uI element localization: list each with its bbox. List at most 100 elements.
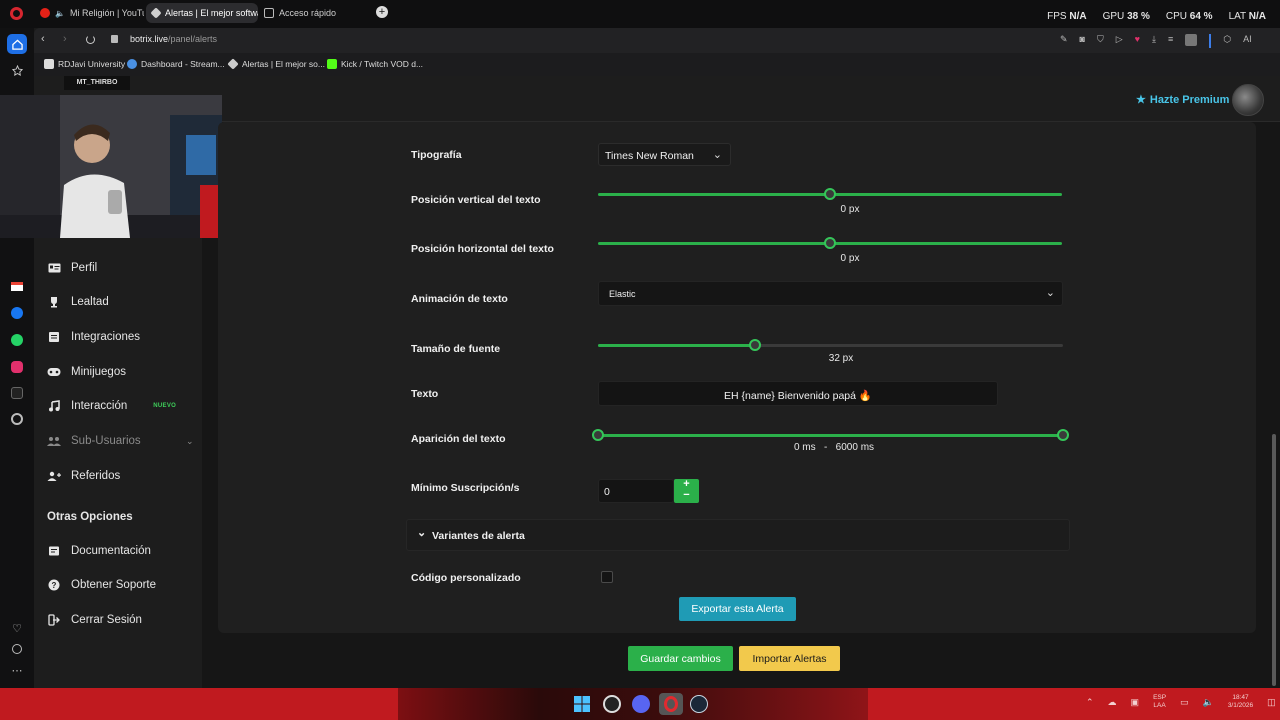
language-indicator[interactable]: ESP LAA <box>1153 694 1166 710</box>
alert-settings-card <box>218 122 1256 633</box>
chevron-down-icon: ⌄ <box>417 527 427 539</box>
decrement-icon[interactable]: − <box>674 490 699 501</box>
tab-acceso-rapido[interactable]: Acceso rápido <box>258 3 358 23</box>
bookmark-favicon-icon <box>227 58 239 70</box>
chevron-up-icon[interactable]: ⌃ <box>1086 697 1094 708</box>
min-subs-label: Mínimo Suscripción/s <box>411 482 520 494</box>
sidebar-item-label: Referidos <box>71 470 121 482</box>
text-appearance-start-handle[interactable] <box>592 429 604 441</box>
heart-filled-icon[interactable]: ♥ <box>1135 34 1140 48</box>
streamer-tag: MT_THIRBO <box>64 76 130 90</box>
music-player-icon[interactable] <box>7 409 27 429</box>
sidebar-item-soporte[interactable]: ? Obtener Soporte <box>47 579 156 591</box>
sidebar-item-sub-usuarios[interactable]: Sub-Usuarios <box>47 435 141 447</box>
book-icon <box>47 545 61 557</box>
whatsapp-icon[interactable] <box>7 330 27 350</box>
text-input-value: EH {name} Bienvenido papá 🔥 <box>724 390 872 402</box>
ai-label: AI <box>1243 34 1252 44</box>
reload-icon[interactable] <box>86 35 95 44</box>
premium-link[interactable]: ★ Hazte Premium <box>1136 93 1229 107</box>
save-changes-button[interactable]: Guardar cambios <box>628 646 733 671</box>
windows-start-icon[interactable] <box>573 695 591 713</box>
clock[interactable]: 18:47 3/1/2026 <box>1228 694 1253 710</box>
profile-icon[interactable] <box>1185 34 1198 46</box>
text-appearance-label: Aparición del texto <box>411 433 506 445</box>
tab-youtube[interactable]: 🔈 Mi Religión | YouTube <box>34 3 144 23</box>
font-size-slider[interactable] <box>598 344 755 347</box>
url-text[interactable]: botrix.live/panel/alerts <box>130 34 217 44</box>
gmail-icon[interactable] <box>7 276 27 296</box>
messenger-icon[interactable] <box>7 303 27 323</box>
sidebar-item-lealtad[interactable]: Lealtad <box>47 296 109 308</box>
tab-alertas[interactable]: Alertas | El mejor software <box>146 3 258 23</box>
download-icon[interactable]: ⤓ <box>1152 34 1156 48</box>
shield-icon[interactable]: ⛉ <box>1097 34 1104 48</box>
menu-icon[interactable]: ≡ <box>1168 34 1173 48</box>
aria-ai-button[interactable]: AI <box>1243 34 1252 48</box>
network-icon[interactable]: ▣ <box>1131 697 1140 708</box>
horizontal-position-value: 0 px <box>840 253 860 264</box>
sidebar-item-integraciones[interactable]: Integraciones <box>47 331 140 343</box>
text-appearance-end-handle[interactable] <box>1057 429 1069 441</box>
grid-icon <box>264 8 274 18</box>
text-animation-select[interactable]: Elastic ⌄ <box>598 281 1063 306</box>
back-icon[interactable]: ‹ <box>41 33 45 45</box>
edit-icon[interactable]: ✎ <box>1060 34 1068 48</box>
notification-icon[interactable]: ◫ <box>1267 697 1276 708</box>
pin-icon[interactable] <box>7 60 27 80</box>
sidebar-item-minijuegos[interactable]: Minijuegos <box>47 366 126 378</box>
trophy-icon <box>47 296 61 308</box>
min-subs-input[interactable]: 0 <box>598 479 674 503</box>
tiktok-icon[interactable] <box>7 383 27 403</box>
new-tab-button[interactable]: + <box>376 6 388 18</box>
section-title: Otras Opciones <box>47 511 133 523</box>
font-family-select[interactable]: Times New Roman ⌄ <box>598 143 731 166</box>
more-icon[interactable]: ⋯ <box>7 660 27 680</box>
question-icon: ? <box>47 579 61 591</box>
opera-logo-icon[interactable] <box>10 7 23 20</box>
vertical-position-handle[interactable] <box>824 188 836 200</box>
sidebar-item-label: Minijuegos <box>71 366 126 378</box>
bookmark-item[interactable]: RDJavi University <box>44 59 125 69</box>
bookmark-item[interactable]: Dashboard - Stream... <box>127 59 225 69</box>
custom-code-checkbox[interactable] <box>601 571 613 583</box>
users-icon <box>47 435 61 447</box>
history-icon[interactable] <box>7 639 27 659</box>
sidebar-item-referidos[interactable]: Referidos <box>47 470 120 482</box>
user-plus-icon <box>47 470 61 482</box>
instagram-icon[interactable] <box>7 357 27 377</box>
font-size-handle[interactable] <box>749 339 761 351</box>
horizontal-position-handle[interactable] <box>824 237 836 249</box>
obs-icon[interactable] <box>603 695 621 713</box>
new-badge: NUEVO <box>153 403 177 409</box>
text-appearance-range[interactable] <box>598 434 1063 437</box>
svg-text:?: ? <box>52 581 57 590</box>
sidebar-item-documentacion[interactable]: Documentación <box>47 545 151 557</box>
monitor-icon[interactable]: ▭ <box>1180 697 1189 708</box>
heart-icon[interactable]: ♡ <box>7 618 27 638</box>
home-icon[interactable] <box>7 34 27 54</box>
avatar[interactable] <box>1232 84 1264 116</box>
text-animation-label: Animación de texto <box>411 293 508 305</box>
discord-icon[interactable] <box>632 695 650 713</box>
bookmark-item[interactable]: Alertas | El mejor so... <box>227 58 325 70</box>
forward-icon[interactable]: › <box>63 33 67 45</box>
scrollbar[interactable] <box>1272 434 1276 686</box>
bookmark-item[interactable]: Kick / Twitch VOD d... <box>327 59 423 69</box>
volume-icon[interactable]: 🔈 <box>1203 697 1214 708</box>
quantity-stepper[interactable]: + − <box>674 479 699 503</box>
alert-variants-accordion[interactable]: ⌄ Variantes de alerta <box>406 519 1070 551</box>
chevron-down-icon[interactable]: ⌄ <box>186 436 194 447</box>
opera-taskbar-icon[interactable] <box>659 693 683 715</box>
export-alert-button[interactable]: Exportar esta Alerta <box>679 597 796 621</box>
text-input[interactable]: EH {name} Bienvenido papá 🔥 <box>598 381 998 406</box>
camera-icon[interactable]: ◙ <box>1080 34 1085 48</box>
steam-icon[interactable] <box>690 695 708 713</box>
extensions-icon[interactable]: ⬡ <box>1223 34 1231 48</box>
play-icon[interactable]: ▷ <box>1116 34 1123 48</box>
import-alerts-button[interactable]: Importar Alertas <box>739 646 840 671</box>
cloud-icon[interactable]: ☁ <box>1108 697 1117 708</box>
sidebar-item-cerrar-sesion[interactable]: Cerrar Sesión <box>47 614 142 626</box>
sidebar-item-interaccion[interactable]: Interacción NUEVO <box>47 400 176 412</box>
sidebar-item-perfil[interactable]: Perfil <box>47 262 97 274</box>
